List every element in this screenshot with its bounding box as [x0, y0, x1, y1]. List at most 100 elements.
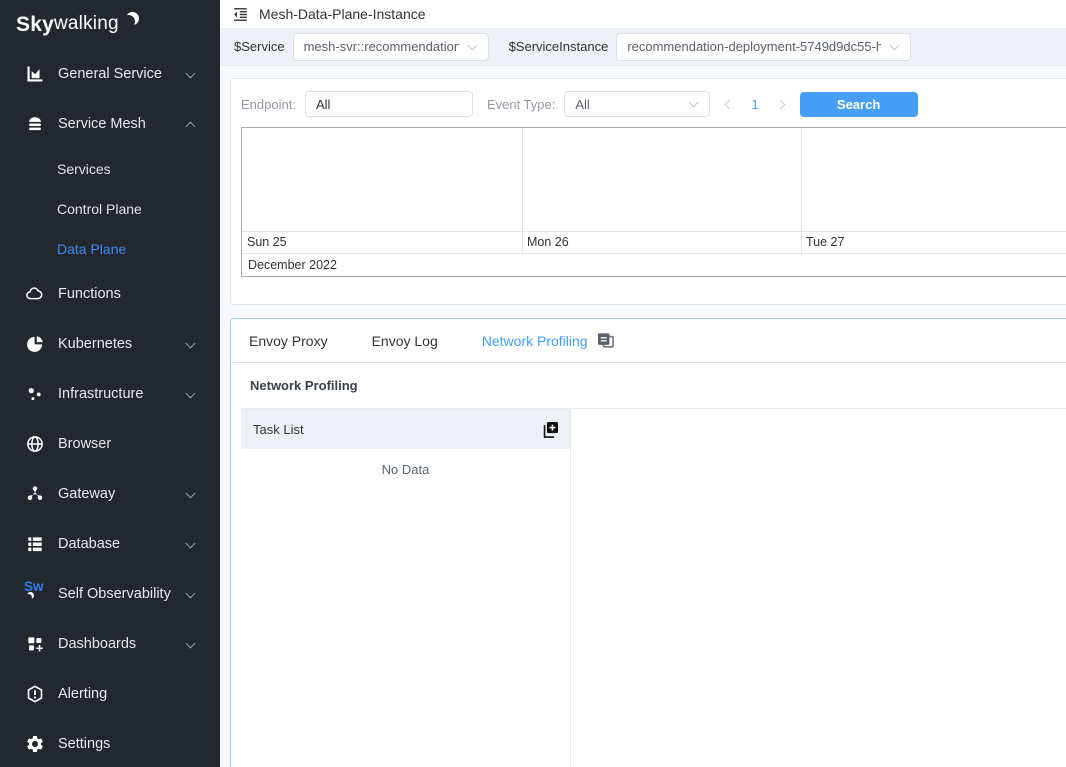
stack-icon — [24, 114, 45, 135]
cloud-icon — [24, 284, 45, 305]
sidebar-item-label: Self Observability — [58, 586, 171, 602]
network-icon — [24, 484, 45, 505]
add-task-icon[interactable] — [541, 420, 560, 439]
sidebar-item-settings[interactable]: Settings — [0, 719, 220, 767]
moon-icon — [122, 15, 135, 28]
sidebar-item-label: Services — [57, 161, 111, 177]
event-type-select-value: All — [575, 97, 680, 112]
alert-icon — [24, 684, 45, 705]
tab-envoy-proxy[interactable]: Envoy Proxy — [249, 333, 328, 349]
chart-icon — [24, 64, 45, 85]
service-select[interactable]: mesh-svr::recommendation — [293, 33, 489, 61]
timeline-day-row: Sun 25 Mon 26 Tue 27 — [242, 231, 1066, 253]
skywalking-logo: Skywalking — [0, 0, 220, 49]
filter-row: Endpoint: Event Type: All 1 Search — [241, 89, 1066, 119]
network-profiling-widget: Network Profiling Task List No Data — [231, 363, 1066, 767]
sidebar-item-infrastructure[interactable]: Infrastructure — [0, 369, 220, 419]
chevron-down-icon — [186, 639, 196, 649]
endpoint-label: Endpoint: — [241, 97, 296, 112]
timeline-day-label: Sun 25 — [247, 235, 287, 249]
prev-page-icon[interactable] — [725, 99, 735, 109]
next-page-icon[interactable] — [775, 99, 785, 109]
chevron-up-icon — [186, 122, 196, 132]
sidebar-item-label: Browser — [58, 436, 111, 452]
chevron-down-icon — [467, 40, 477, 50]
page-header: Mesh-Data-Plane-Instance — [220, 0, 1066, 28]
tab-envoy-log[interactable]: Envoy Log — [372, 333, 438, 349]
service-instance-select-value: recommendation-deployment-5749d9dc55-hjl… — [627, 39, 881, 54]
sidebar-item-service-mesh[interactable]: Service Mesh — [0, 99, 220, 149]
pie-icon — [24, 334, 45, 355]
selector-row: $Service mesh-svr::recommendation $Servi… — [220, 28, 1066, 66]
chevron-down-icon — [890, 40, 900, 50]
chevron-down-icon — [186, 69, 196, 79]
chevron-down-icon — [186, 389, 196, 399]
gear-icon — [24, 734, 45, 755]
sidebar-item-general-service[interactable]: General Service — [0, 49, 220, 99]
logo-text-sky: Sky — [16, 13, 54, 37]
logo-text-walking: walking — [54, 13, 119, 35]
service-select-value: mesh-svr::recommendation — [304, 39, 459, 54]
widget-title: Network Profiling — [250, 378, 358, 393]
sidebar-item-gateway[interactable]: Gateway — [0, 469, 220, 519]
event-type-select[interactable]: All — [564, 91, 710, 117]
sidebar-item-label: Gateway — [58, 486, 115, 502]
sidebar-item-control-plane[interactable]: Control Plane — [0, 189, 220, 229]
page-number: 1 — [751, 97, 758, 112]
sidebar-item-label: Kubernetes — [58, 336, 132, 352]
timeline-chart-area[interactable] — [242, 128, 1066, 231]
task-list-header: Task List — [241, 409, 570, 449]
sw-logo-icon: Sw — [24, 584, 45, 605]
service-instance-label: $ServiceInstance — [509, 39, 609, 54]
pagination: 1 — [726, 97, 783, 112]
sidebar: Skywalking General Service Service Mesh … — [0, 0, 220, 767]
tab-network-profiling[interactable]: Network Profiling — [482, 333, 588, 349]
sidebar-item-data-plane[interactable]: Data Plane — [0, 229, 220, 269]
chevron-down-icon — [186, 539, 196, 549]
tab-bar: Envoy Proxy Envoy Log Network Profiling — [231, 319, 1066, 363]
task-list-column: Task List No Data — [241, 409, 571, 767]
sidebar-item-self-observability[interactable]: Sw Self Observability — [0, 569, 220, 619]
sidebar-item-database[interactable]: Database — [0, 519, 220, 569]
fold-menu-icon[interactable] — [232, 6, 249, 23]
content-area: Endpoint: Event Type: All 1 Search — [220, 66, 1066, 767]
sidebar-item-label: General Service — [58, 66, 162, 82]
timeline-day-label: Tue 27 — [806, 235, 844, 249]
timeline-month-label: December 2022 — [242, 253, 1066, 276]
service-instance-select[interactable]: recommendation-deployment-5749d9dc55-hjl… — [616, 33, 911, 61]
sidebar-item-label: Settings — [58, 736, 110, 752]
sidebar-item-alerting[interactable]: Alerting — [0, 669, 220, 719]
sidebar-item-services[interactable]: Services — [0, 149, 220, 189]
sidebar-item-label: Data Plane — [57, 241, 126, 257]
server-icon — [24, 534, 45, 555]
sidebar-item-browser[interactable]: Browser — [0, 419, 220, 469]
widget-title-row: Network Profiling — [241, 363, 1066, 409]
events-timeline: Sun 25 Mon 26 Tue 27 December 2022 — [241, 127, 1066, 277]
task-detail-area — [571, 409, 1066, 767]
globe-icon — [24, 434, 45, 455]
sidebar-item-label: Dashboards — [58, 636, 136, 652]
sidebar-item-label: Service Mesh — [58, 116, 146, 132]
endpoint-input[interactable] — [305, 91, 473, 117]
copy-tabs-icon[interactable] — [596, 331, 615, 350]
chevron-down-icon — [186, 339, 196, 349]
chevron-down-icon — [186, 489, 196, 499]
sidebar-item-label: Functions — [58, 286, 121, 302]
widget-body: Task List No Data — [241, 409, 1066, 767]
task-list-title: Task List — [253, 422, 304, 437]
instance-tabs-panel: Envoy Proxy Envoy Log Network Profiling … — [230, 318, 1066, 767]
grid-plus-icon — [24, 634, 45, 655]
chevron-down-icon — [186, 589, 196, 599]
search-button[interactable]: Search — [800, 92, 918, 117]
chevron-down-icon — [689, 98, 699, 108]
sidebar-item-dashboards[interactable]: Dashboards — [0, 619, 220, 669]
timeline-day-label: Mon 26 — [527, 235, 569, 249]
sidebar-item-label: Database — [58, 536, 120, 552]
no-data-text: No Data — [241, 449, 570, 477]
events-card: Endpoint: Event Type: All 1 Search — [230, 78, 1066, 305]
sidebar-item-kubernetes[interactable]: Kubernetes — [0, 319, 220, 369]
page-title: Mesh-Data-Plane-Instance — [259, 6, 426, 22]
service-label: $Service — [234, 39, 285, 54]
sidebar-item-functions[interactable]: Functions — [0, 269, 220, 319]
event-type-label: Event Type: — [487, 97, 555, 112]
